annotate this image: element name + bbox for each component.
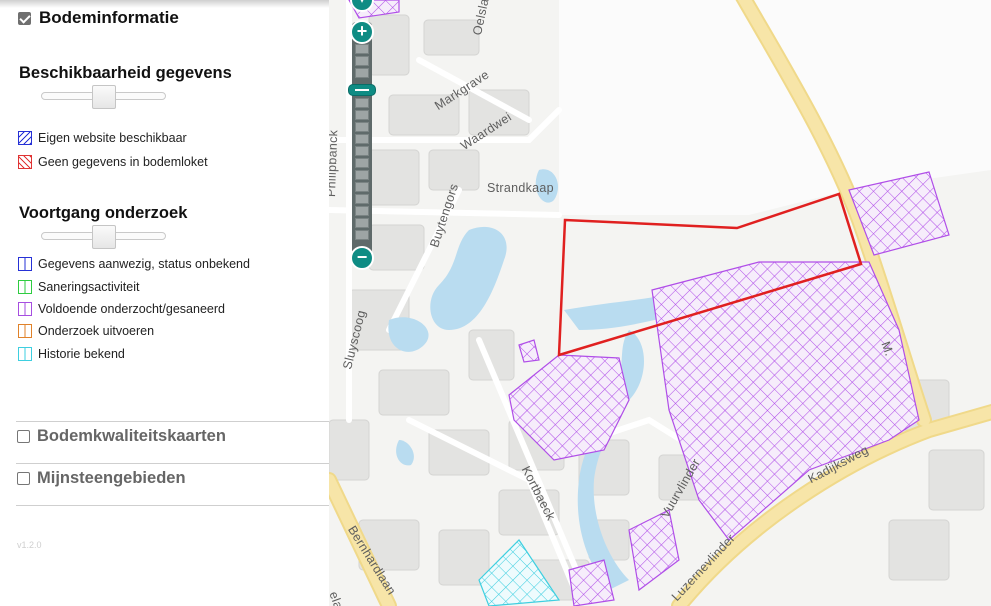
mijnsteengebieden-label: Mijnsteengebieden [37,469,186,487]
zoom-level-step[interactable] [355,110,369,120]
zoom-level-step[interactable] [355,230,369,240]
zoom-control: ▾ + − [348,0,376,270]
green-swatch [18,280,32,294]
zoom-level-step[interactable] [355,182,369,192]
map-canvas[interactable]: Markgrave Waardwei Strandkaap Buytengors… [329,0,991,606]
legend-label: Voldoende onderzocht/gesaneerd [38,302,225,316]
orange-swatch [18,324,32,338]
bodemkwaliteitskaarten-checkbox[interactable] [17,430,30,443]
purple-swatch [18,302,32,316]
legend-item-geen-gegevens: Geen gegevens in bodemloket [18,155,208,169]
app-root: Bodeminformatie Beschikbaarheid gegevens… [0,0,991,606]
panel-top-shadow [0,0,329,8]
legend-label: Saneringsactiviteit [38,280,140,294]
divider [16,505,329,506]
legend-label: Eigen website beschikbaar [38,131,187,145]
zoom-level-step[interactable] [355,158,369,168]
divider [16,463,329,464]
zoom-level-step[interactable] [355,98,369,108]
zoom-level-step[interactable] [355,134,369,144]
layer-toggle-bodemkwaliteitskaarten[interactable]: Bodemkwaliteitskaarten [17,427,226,446]
legend-item-historie: Historie bekend [18,347,125,361]
zoom-level-step[interactable] [355,68,369,78]
zoom-slider-track[interactable] [352,22,372,257]
bodeminformatie-label: Bodeminformatie [39,8,179,27]
legend-label: Historie bekend [38,347,125,361]
progress-opacity-slider[interactable] [41,225,166,249]
availability-slider-handle[interactable] [92,85,116,109]
red-hatch-swatch [18,155,32,169]
zoom-level-step[interactable] [355,122,369,132]
legend-label: Gegevens aanwezig, status onbekend [38,257,250,271]
availability-title: Beschikbaarheid gegevens [19,64,232,82]
layer-toggle-bodeminformatie[interactable]: Bodeminformatie [18,8,179,28]
progress-slider-handle[interactable] [92,225,116,249]
legend-item-voldoende: Voldoende onderzocht/gesaneerd [18,302,225,316]
layer-toggle-mijnsteengebieden[interactable]: Mijnsteengebieden [17,469,186,488]
zoom-level-step[interactable] [355,44,369,54]
blue-swatch [18,257,32,271]
zoom-out-button[interactable]: − [350,246,374,270]
legend-item-sanering: Saneringsactiviteit [18,280,139,294]
mijnsteengebieden-checkbox[interactable] [17,472,30,485]
version-label: v1.2.0 [17,540,42,550]
bodeminformatie-checkbox[interactable] [18,11,31,25]
progress-title: Voortgang onderzoek [19,204,188,222]
zoom-level-step[interactable] [355,170,369,180]
zoom-in-button[interactable]: + [350,20,374,44]
legend-item-onderzoek: Onderzoek uitvoeren [18,324,154,338]
zoom-level-step[interactable] [355,56,369,66]
legend-label: Geen gegevens in bodemloket [38,155,208,169]
zoom-level-step[interactable] [355,146,369,156]
availability-opacity-slider[interactable] [41,85,166,109]
blue-hatch-swatch [18,131,32,145]
layer-panel: Bodeminformatie Beschikbaarheid gegevens… [0,0,329,606]
street-label-strandkaap: Strandkaap [487,181,554,195]
zoom-slider-handle[interactable] [348,84,376,96]
divider [16,421,329,422]
legend-label: Onderzoek uitvoeren [38,324,155,338]
legend-item-status-onbekend: Gegevens aanwezig, status onbekend [18,257,250,271]
zoom-level-step[interactable] [355,194,369,204]
legend-item-eigen-website: Eigen website beschikbaar [18,131,187,145]
zoom-level-step[interactable] [355,206,369,216]
pan-down-icon[interactable]: ▾ [350,0,374,12]
zoom-level-step[interactable] [355,218,369,228]
bodemkwaliteitskaarten-label: Bodemkwaliteitskaarten [37,427,226,445]
cyan-swatch [18,347,32,361]
